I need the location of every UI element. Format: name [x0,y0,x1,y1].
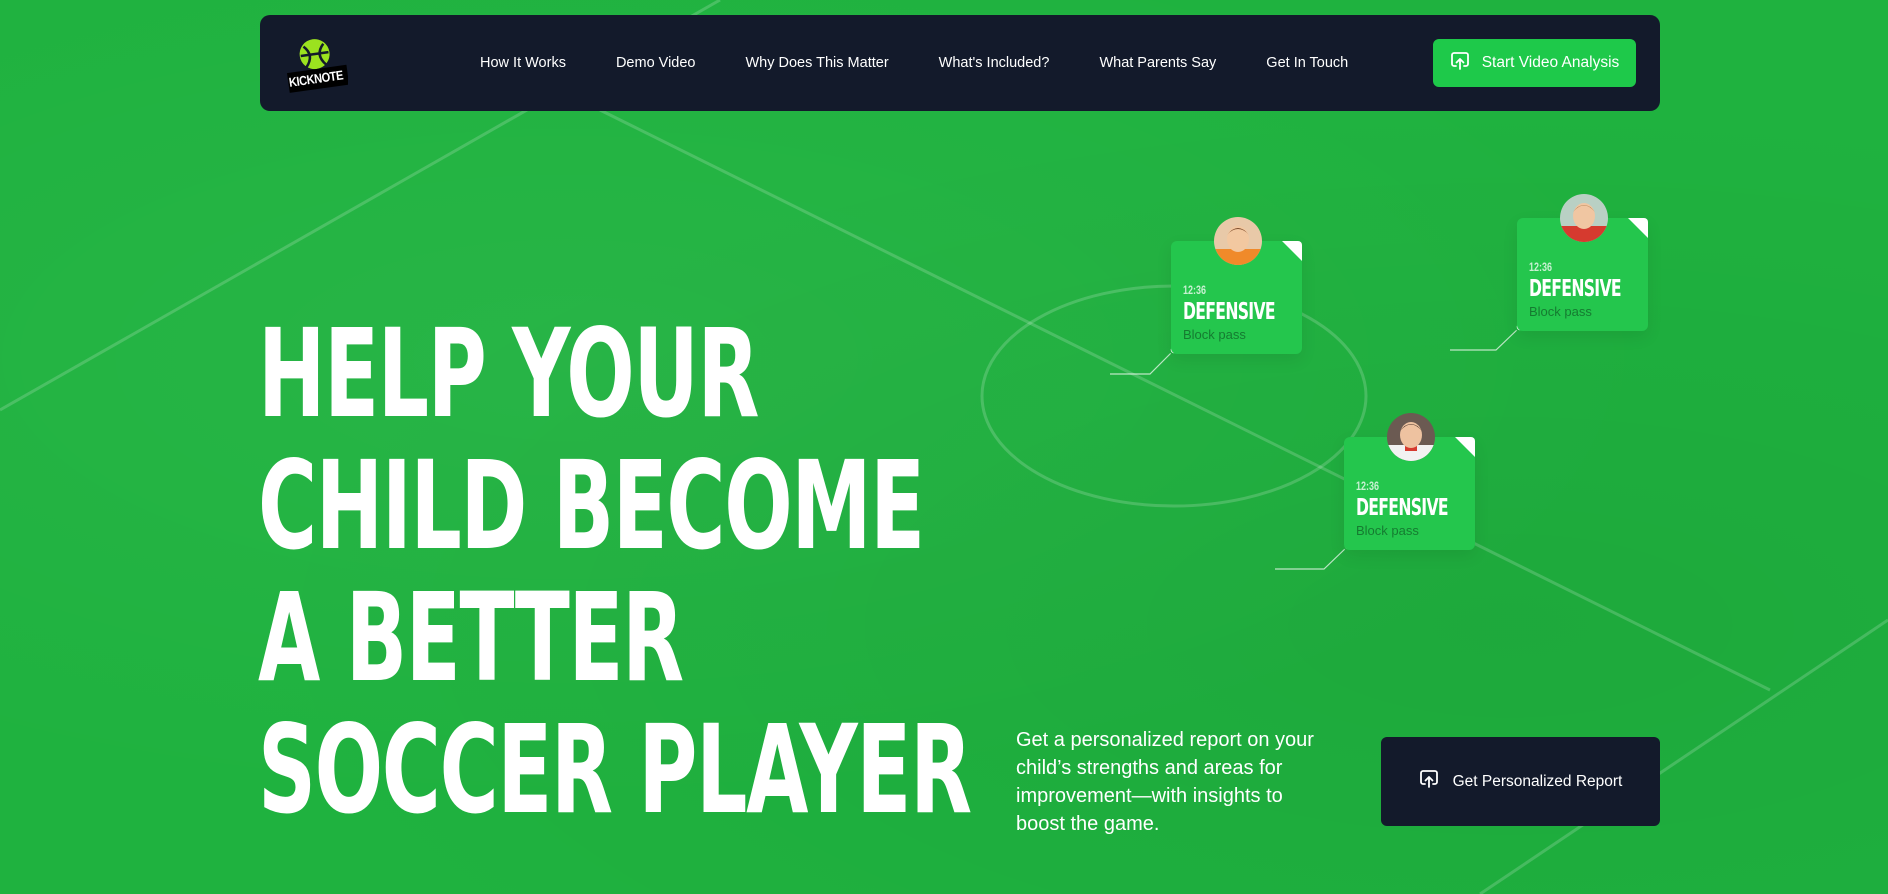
event-time: 12:36 [1183,283,1207,297]
headline-line: SOCCER PLAYER [258,699,972,841]
event-desc: Block pass [1183,327,1246,342]
event-card[interactable]: 12:36 DEFENSIVE Block pass [1171,217,1302,354]
event-time: 12:36 [1356,479,1380,493]
event-type: DEFENSIVE [1529,276,1622,302]
card-corner-fold [1282,241,1302,261]
headline-line: A BETTER [258,567,684,709]
event-desc: Block pass [1356,523,1419,538]
event-time: 12:36 [1529,260,1553,274]
headline-line: HELP YOUR [258,303,759,445]
player-avatar [1387,413,1435,461]
start-video-analysis-button[interactable]: Start Video Analysis [1433,39,1636,87]
main-nav: How It Works Demo Video Why Does This Ma… [480,15,1398,111]
card-corner-fold [1455,437,1475,457]
card-corner-fold [1628,218,1648,238]
nav-link-demo-video[interactable]: Demo Video [616,55,696,71]
event-card[interactable]: 12:36 DEFENSIVE Block pass [1344,413,1475,550]
player-avatar [1560,194,1608,242]
get-personalized-report-button[interactable]: Get Personalized Report [1381,737,1660,826]
nav-link-get-in-touch[interactable]: Get In Touch [1266,55,1348,71]
hero-headline: HELP YOUR CHILD BECOME A BETTER SOCCER P… [258,303,972,841]
top-navbar: KICKNOTE How It Works Demo Video Why Doe… [260,15,1660,111]
event-type: DEFENSIVE [1183,299,1276,325]
upload-icon [1450,51,1470,76]
nav-link-how-it-works[interactable]: How It Works [480,55,566,71]
nav-link-why-does-this-matter[interactable]: Why Does This Matter [745,55,888,71]
upload-icon [1419,769,1439,794]
kicknote-logo[interactable]: KICKNOTE [284,33,350,95]
hero-subtext: Get a personalized report on your child’… [1016,729,1314,835]
headline-line: CHILD BECOME [258,435,925,577]
event-card[interactable]: 12:36 DEFENSIVE Block pass [1517,194,1648,331]
get-personalized-report-label: Get Personalized Report [1452,772,1623,790]
event-type: DEFENSIVE [1356,495,1449,521]
event-desc: Block pass [1529,304,1592,319]
player-avatar [1214,217,1262,265]
nav-link-whats-included[interactable]: What's Included? [939,55,1050,71]
start-video-analysis-label: Start Video Analysis [1481,54,1620,71]
nav-link-what-parents-say[interactable]: What Parents Say [1099,55,1216,71]
